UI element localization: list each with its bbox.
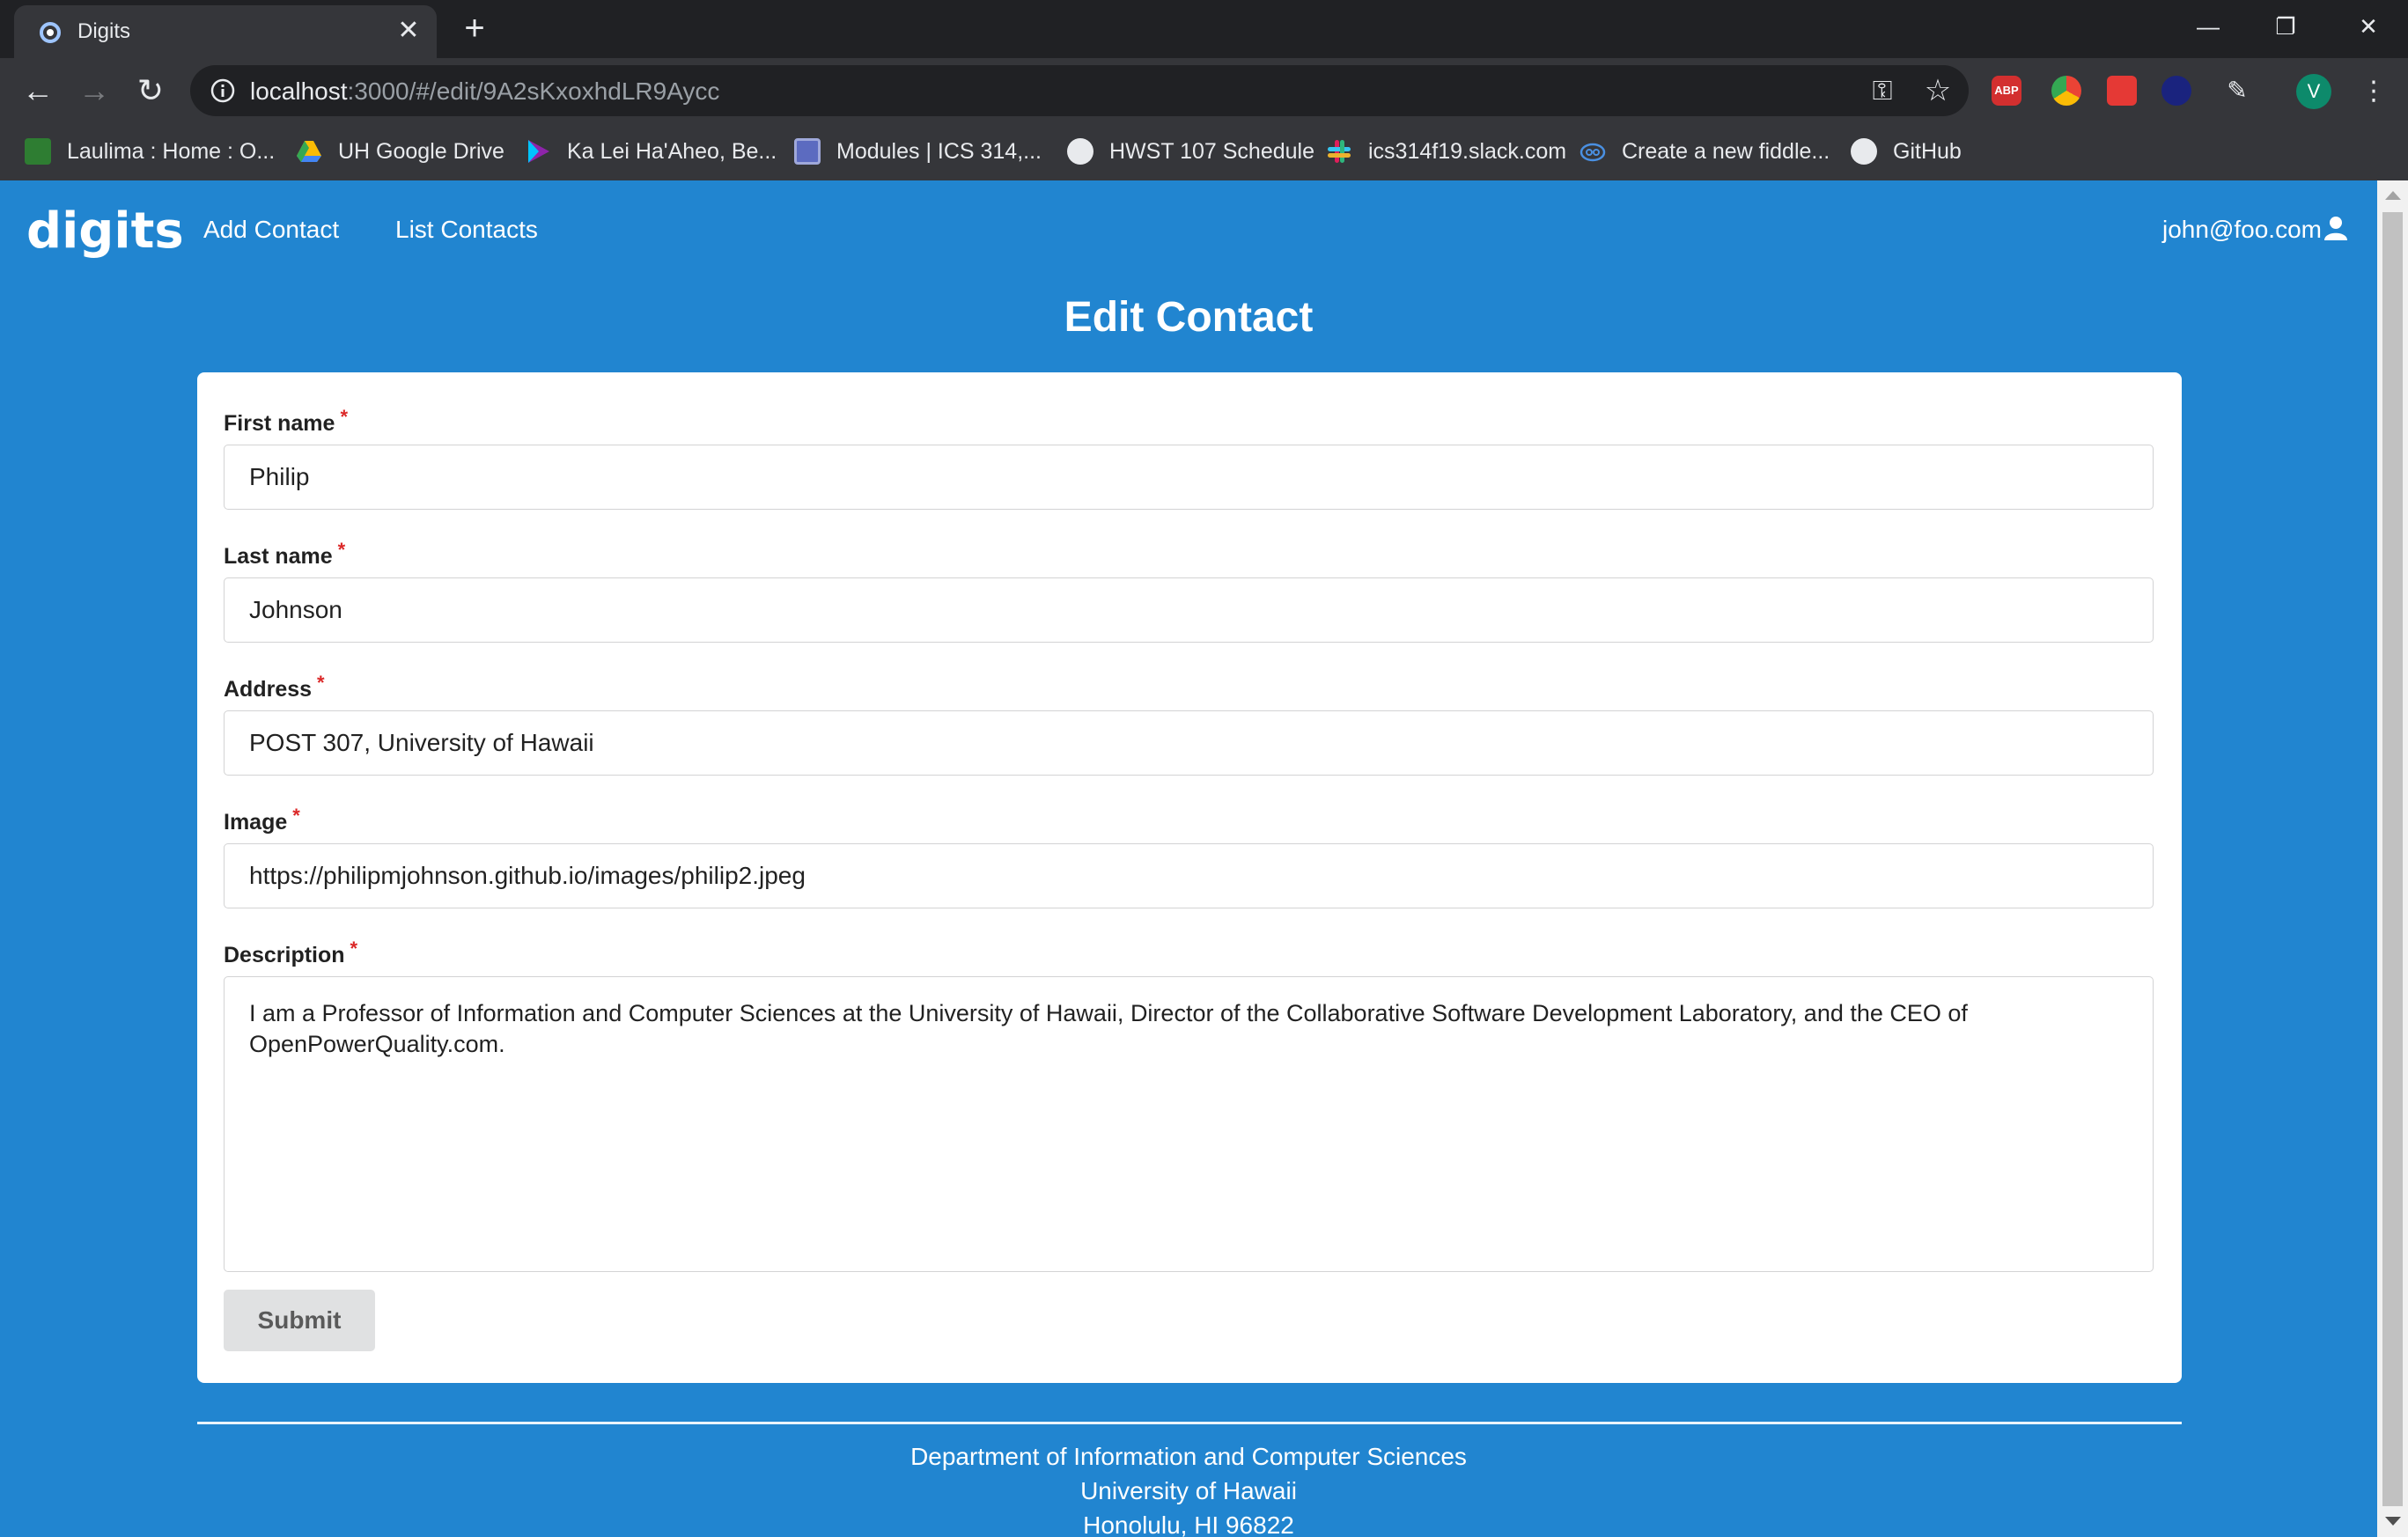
bookmark-item[interactable]: HWST 107 Schedule — [1067, 134, 1314, 169]
adblock-plus-icon[interactable]: ABP — [1992, 76, 2021, 106]
last-name-label: Last name * — [224, 539, 345, 570]
bookmarks-bar: Laulima : Home : O... UH Google Drive Ka… — [0, 123, 2408, 180]
first-name-field[interactable]: Philip — [224, 445, 2154, 510]
required-marker: * — [292, 805, 300, 827]
address-label: Address * — [224, 672, 325, 702]
browser-tab[interactable]: Digits ✕ — [14, 5, 437, 58]
browser-toolbar: ← → ↻ localhost:3000/#/edit/9A2sKxoxhdLR… — [0, 58, 2408, 123]
more-menu-icon[interactable]: ⋮ — [2356, 74, 2391, 109]
globe-icon — [1067, 138, 1094, 165]
required-marker: * — [317, 672, 325, 694]
bookmark-label: Laulima : Home : O... — [67, 138, 276, 164]
last-name-field[interactable]: Johnson — [224, 577, 2154, 643]
minimize-icon[interactable]: — — [2182, 7, 2235, 46]
url-path: :3000/#/edit/9A2sKxoxhdLR9Aycc — [347, 77, 720, 105]
required-marker: * — [337, 539, 346, 561]
new-tab-icon[interactable]: + — [458, 11, 491, 46]
url-text[interactable]: localhost:3000/#/edit/9A2sKxoxhdLR9Aycc — [250, 77, 719, 106]
restore-icon[interactable]: ❐ — [2259, 7, 2312, 46]
footer: Department of Information and Computer S… — [0, 1439, 2377, 1537]
back-icon[interactable]: ← — [18, 70, 58, 111]
jsfiddle-icon — [1580, 143, 1606, 162]
address-bar[interactable]: localhost:3000/#/edit/9A2sKxoxhdLR9Aycc … — [190, 65, 1969, 116]
submit-button[interactable]: Submit — [224, 1290, 375, 1351]
page-title: Edit Contact — [1064, 294, 1314, 341]
nav-list-contacts[interactable]: List Contacts — [395, 216, 538, 244]
label-text: Description — [224, 943, 345, 967]
bookmark-item[interactable]: GitHub — [1851, 134, 1962, 169]
description-label: Description * — [224, 938, 357, 968]
nav-add-contact[interactable]: Add Contact — [203, 216, 339, 244]
scrollbar-thumb[interactable] — [2382, 212, 2403, 1506]
close-window-icon[interactable]: ✕ — [2342, 7, 2395, 46]
bookmark-label: ics314f19.slack.com — [1368, 138, 1567, 164]
scroll-up-arrow-icon[interactable] — [2385, 191, 2401, 200]
bookmark-label: Create a new fiddle... — [1622, 138, 1830, 164]
password-key-icon[interactable]: ⚿ — [1867, 76, 1898, 107]
bookmark-item[interactable]: ics314f19.slack.com — [1326, 134, 1566, 169]
bookmark-item[interactable]: Create a new fiddle... — [1580, 134, 1830, 169]
bookmark-item[interactable]: Ka Lei Ha'Aheo, Be... — [525, 134, 777, 169]
bookmark-label: Ka Lei Ha'Aheo, Be... — [567, 138, 777, 164]
footer-university: University of Hawaii — [1080, 1477, 1297, 1504]
pencil-extension-icon[interactable]: ✎ — [2222, 76, 2252, 106]
site-info-icon[interactable] — [210, 77, 236, 104]
url-host: localhost — [250, 77, 348, 105]
chrome-extension-icon[interactable] — [2051, 76, 2081, 106]
github-icon — [1851, 138, 1877, 165]
required-marker: * — [350, 938, 358, 960]
bookmark-star-icon[interactable]: ☆ — [1921, 74, 1955, 107]
bookmark-label: Modules | ICS 314,... — [836, 138, 1042, 164]
play-icon — [528, 140, 549, 163]
first-name-label: First name * — [224, 406, 348, 437]
label-text: First name — [224, 411, 335, 436]
user-email: john@foo.com — [2162, 216, 2322, 243]
google-drive-icon — [297, 141, 321, 162]
edit-contact-form: First name * Philip Last name * Johnson Ad… — [197, 372, 2182, 1383]
footer-department: Department of Information and Computer S… — [910, 1443, 1467, 1470]
bookmark-item[interactable]: Modules | ICS 314,... — [794, 134, 1042, 169]
reload-icon[interactable]: ↻ — [130, 70, 171, 111]
browser-chrome: Digits ✕ + — ❐ ✕ ← → ↻ localhost:3000/#/… — [0, 0, 2408, 180]
user-icon — [2323, 217, 2347, 240]
user-menu[interactable]: john@foo.com — [2162, 216, 2348, 244]
footer-divider — [197, 1422, 2182, 1424]
bookmark-item[interactable]: UH Google Drive — [296, 134, 504, 169]
bookmark-label: GitHub — [1893, 138, 1962, 164]
description-textarea[interactable]: I am a Professor of Information and Comp… — [224, 976, 2154, 1272]
image-label: Image * — [224, 805, 300, 835]
footer-location: Honolulu, HI 96822 — [1083, 1511, 1294, 1537]
tab-title: Digits — [77, 19, 131, 43]
dark-extension-icon[interactable] — [2161, 76, 2191, 106]
page-scrollbar[interactable] — [2377, 180, 2408, 1537]
bookmark-item[interactable]: Laulima : Home : O... — [25, 134, 275, 169]
modules-icon — [794, 138, 821, 165]
meteor-favicon-icon — [40, 22, 61, 43]
red-extension-icon[interactable] — [2107, 76, 2137, 106]
label-text: Address — [224, 677, 313, 702]
required-marker: * — [340, 406, 348, 428]
profile-avatar[interactable]: V — [2296, 74, 2331, 109]
brand-logo[interactable]: digits — [26, 202, 184, 260]
laulima-icon — [25, 138, 51, 165]
scroll-down-arrow-icon[interactable] — [2385, 1517, 2401, 1526]
tab-bar: Digits ✕ + — ❐ ✕ — [0, 0, 2408, 58]
label-text: Image — [224, 810, 288, 835]
close-tab-icon[interactable]: ✕ — [394, 17, 423, 45]
label-text: Last name — [224, 544, 333, 569]
page: digits Add Contact List Contacts john@fo… — [0, 180, 2377, 1537]
image-url-field[interactable]: https://philipmjohnson.github.io/images/… — [224, 843, 2154, 908]
bookmark-label: UH Google Drive — [338, 138, 504, 164]
slack-icon — [1328, 140, 1351, 163]
forward-icon[interactable]: → — [74, 70, 114, 111]
bookmark-label: HWST 107 Schedule — [1109, 138, 1314, 164]
address-field[interactable]: POST 307, University of Hawaii — [224, 710, 2154, 776]
